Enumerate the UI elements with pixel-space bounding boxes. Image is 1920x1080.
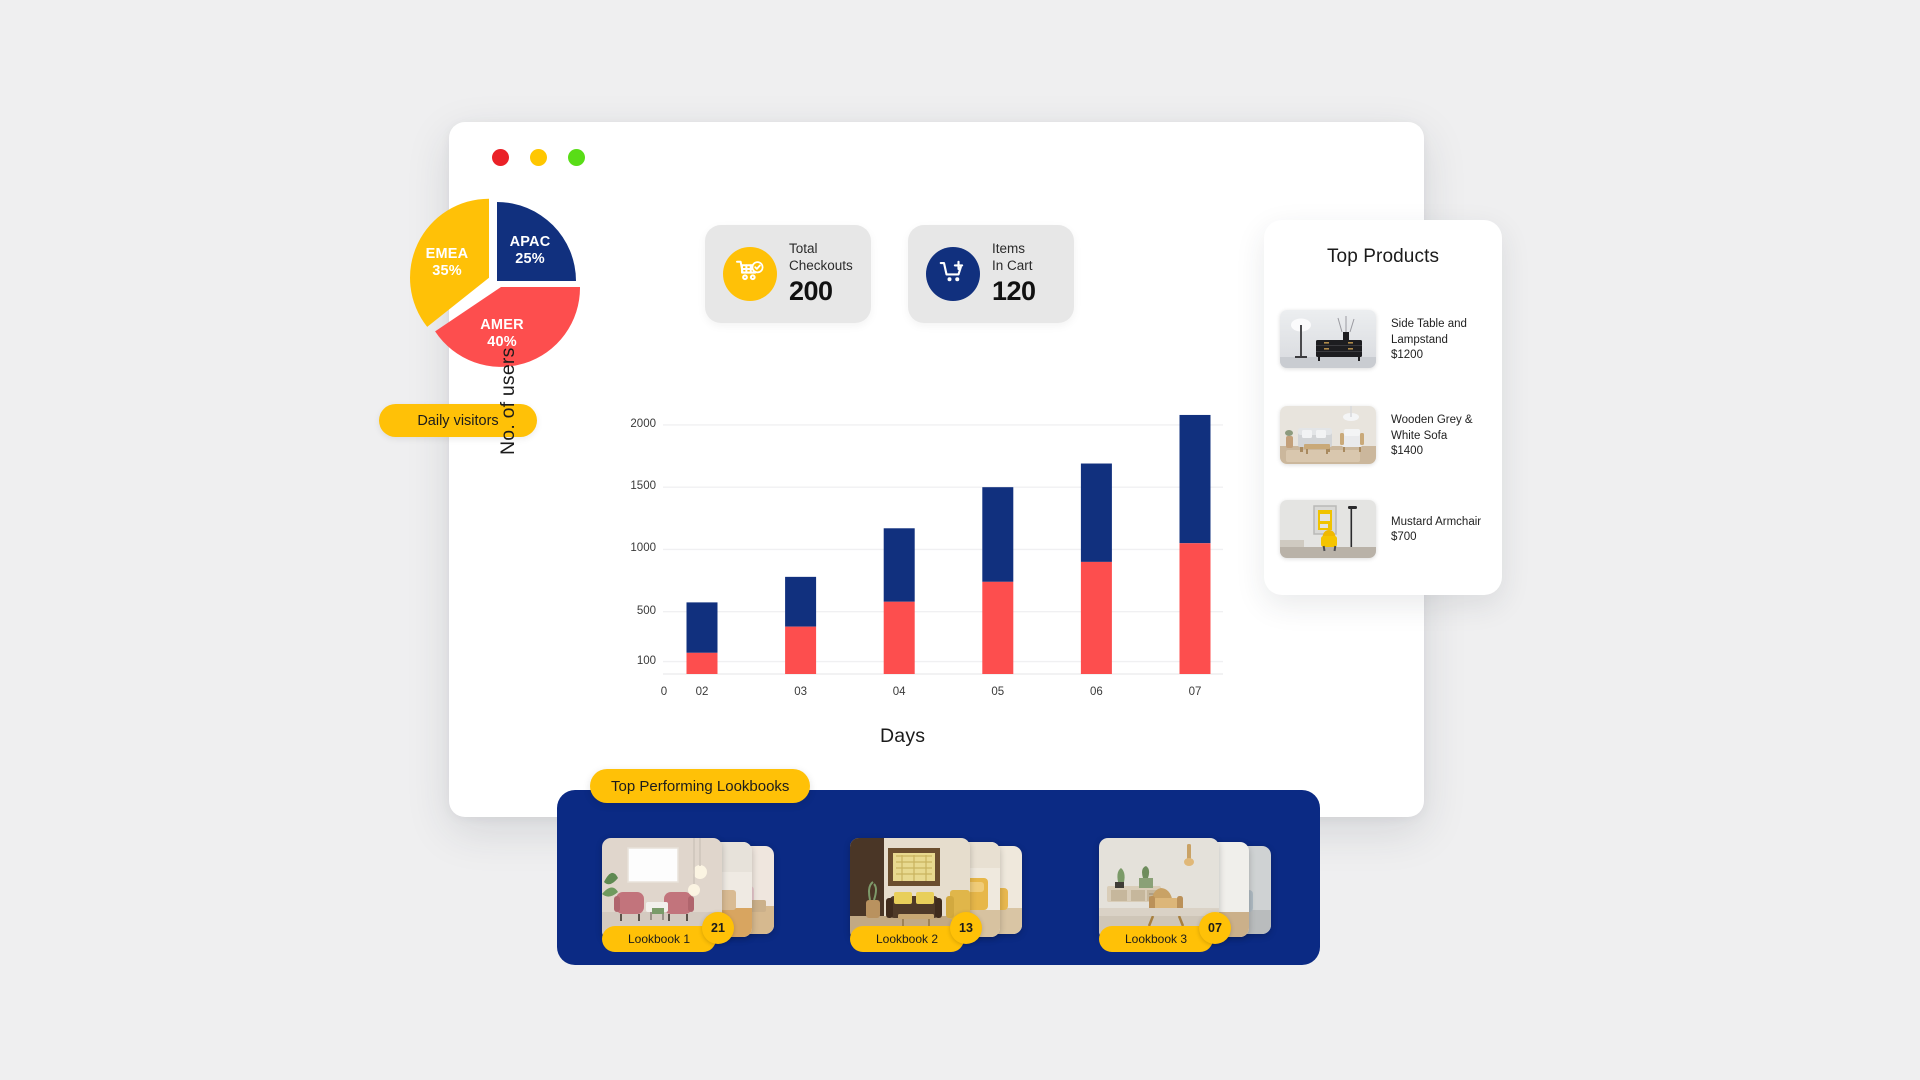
window-maximize-button[interactable]: [568, 149, 585, 166]
bar-segment-returning-users[interactable]: [686, 602, 718, 653]
bar-segment-returning-users[interactable]: [883, 528, 915, 602]
chart-y-tick: 500: [636, 604, 656, 617]
stat-title-items-in-cart: Items In Cart: [992, 241, 1033, 274]
grey-white-sofa-photo: [1280, 406, 1376, 464]
top-product-price: $1200: [1391, 348, 1423, 361]
top-product-info: Mustard Armchair $700: [1391, 515, 1481, 543]
stat-text-items-in-cart: Items In Cart 120: [992, 241, 1036, 306]
top-product-item[interactable]: Mustard Armchair $700: [1280, 498, 1492, 560]
pie-label-emea-percent: 35%: [432, 262, 462, 279]
pie-label-apac-name: APAC: [509, 234, 551, 250]
lookbook-label: Lookbook 1: [602, 926, 716, 952]
chart-y-tick: 1000: [630, 542, 656, 555]
bar-segment-new-users[interactable]: [982, 581, 1014, 674]
window-minimize-button[interactable]: [530, 149, 547, 166]
chart-x-tick: 04: [892, 686, 906, 698]
bar-segment-new-users[interactable]: [1080, 561, 1112, 674]
top-product-info: Side Table and Lampstand $1200: [1391, 317, 1467, 360]
chart-x-tick: 06: [1089, 686, 1103, 698]
top-product-item[interactable]: Side Table and Lampstand $1200: [1280, 308, 1492, 370]
lookbook-count-badge: 21: [702, 912, 734, 944]
chart-x-tick: 05: [991, 686, 1005, 698]
bar-segment-new-users[interactable]: [785, 626, 817, 674]
chart-y-axis-label: No. of users: [497, 347, 519, 455]
chart-x-tick: 03: [794, 686, 807, 698]
cart-check-icon: [723, 247, 777, 301]
stat-value-total-checkouts: 200: [789, 276, 833, 307]
chart-y-tick: 100: [636, 654, 656, 667]
top-product-name: Mustard Armchair: [1391, 515, 1482, 528]
pie-label-apac: APAC 25%: [495, 234, 565, 267]
chart-x-tick: 02: [695, 686, 709, 698]
stat-text-total-checkouts: Total Checkouts 200: [789, 241, 853, 306]
chart-y-tick: 1500: [630, 480, 656, 493]
pie-label-emea: EMEA 35%: [412, 246, 482, 279]
chart-y-tick: 2000: [630, 417, 656, 430]
pie-label-apac-percent: 25%: [515, 250, 545, 267]
top-product-name: Wooden Grey & White Sofa: [1391, 414, 1473, 442]
lookbook-count-badge: 07: [1199, 912, 1231, 944]
lookbooks-title-pill: Top Performing Lookbooks: [590, 769, 811, 803]
top-products-title: Top Products: [1326, 246, 1440, 267]
lookbook-label: Lookbook 3: [1099, 926, 1213, 952]
top-product-price: $700: [1391, 531, 1417, 544]
cart-plus-icon: [926, 247, 980, 301]
bar-segment-new-users[interactable]: [883, 601, 915, 674]
mustard-armchair-photo: [1280, 500, 1376, 558]
top-product-info: Wooden Grey & White Sofa $1400: [1391, 413, 1473, 456]
bar-segment-returning-users[interactable]: [982, 487, 1014, 582]
stat-value-items-in-cart: 120: [992, 276, 1036, 307]
top-products-panel: Top Products Side Table and Lampstand $1…: [1264, 220, 1502, 595]
lookbook-card[interactable]: Lookbook 2 13: [850, 838, 1022, 952]
top-product-price: $1400: [1391, 444, 1423, 457]
lookbook-card[interactable]: Lookbook 1 21: [602, 838, 774, 952]
top-product-item[interactable]: Wooden Grey & White Sofa $1400: [1280, 404, 1492, 466]
chart-x-tick-origin: 0: [660, 686, 668, 698]
side-table-lamp-photo: [1280, 310, 1376, 368]
bar-segment-returning-users[interactable]: [1179, 414, 1211, 544]
pie-label-emea-name: EMEA: [425, 246, 469, 262]
stat-card-total-checkouts[interactable]: Total Checkouts 200: [705, 225, 871, 323]
bar-segment-new-users[interactable]: [686, 652, 718, 674]
daily-visitors-bar-chart: 100 500 1000 1500 2000 0 02 03 04 05 06 07: [608, 390, 1233, 698]
lookbook-count-badge: 13: [950, 912, 982, 944]
chart-x-axis-label: Days: [880, 725, 926, 747]
top-product-name: Side Table and Lampstand: [1391, 318, 1467, 346]
lookbook-label: Lookbook 2: [850, 926, 964, 952]
stat-card-items-in-cart[interactable]: Items In Cart 120: [908, 225, 1074, 323]
stat-title-total-checkouts: Total Checkouts: [789, 241, 853, 274]
bar-segment-new-users[interactable]: [1179, 543, 1211, 674]
bar-segment-returning-users[interactable]: [1080, 463, 1112, 562]
window-traffic-lights: [492, 149, 585, 166]
bar-chart-svg: [663, 414, 1223, 675]
lookbook-card[interactable]: Lookbook 3 07: [1099, 838, 1271, 952]
window-close-button[interactable]: [492, 149, 509, 166]
chart-x-tick: 07: [1188, 686, 1202, 698]
bar-segment-returning-users[interactable]: [785, 576, 817, 627]
